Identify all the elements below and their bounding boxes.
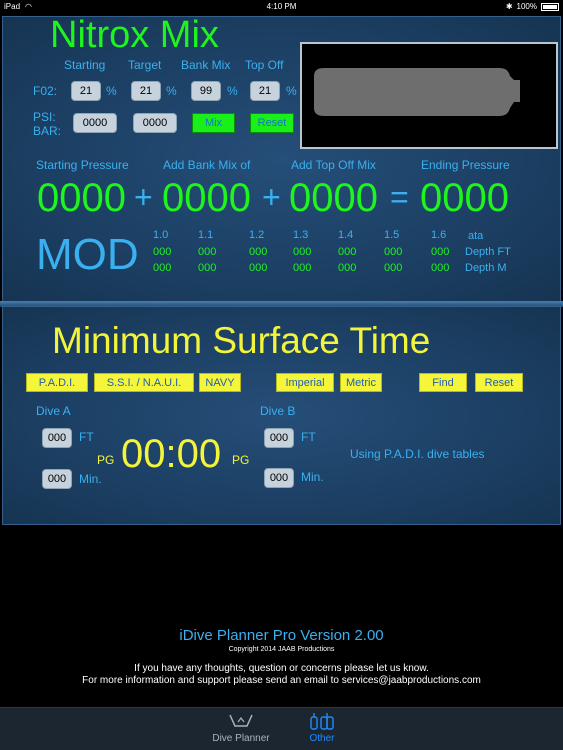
navy-button[interactable]: NAVY (199, 373, 241, 392)
mod-depth-ft-value: 000 (293, 246, 312, 258)
surface-reset-button[interactable]: Reset (475, 373, 523, 392)
mod-ata-value: 1.6 (431, 229, 447, 241)
dive-planner-icon (229, 714, 253, 727)
mod-ata-value: 1.1 (198, 229, 214, 241)
mod-ata-value: 1.0 (153, 229, 169, 241)
tables-note: Using P.A.D.I. dive tables (350, 447, 485, 461)
mod-depth-ft-value: 000 (338, 246, 357, 258)
min-label: Min. (301, 470, 324, 484)
pg-label-a: PG (97, 453, 115, 467)
mod-depth-ft-value: 000 (431, 246, 450, 258)
nitrox-reset-button[interactable]: Reset (250, 113, 294, 133)
add-bank-mix-label: Add Bank Mix of (163, 158, 251, 172)
tank-icon (314, 68, 520, 116)
dive-a-label: Dive A (36, 404, 71, 418)
min-label: Min. (79, 472, 102, 486)
psi-target-input[interactable]: 0000 (133, 113, 177, 133)
mod-ata-value: 1.5 (384, 229, 400, 241)
pct-label: % (106, 84, 117, 98)
mod-depth-ft-value: 000 (249, 246, 268, 258)
tab-label: Dive Planner (212, 733, 270, 744)
dive-b-time-input[interactable]: 000 (264, 468, 294, 488)
col-header-target: Target (128, 58, 162, 72)
padi-button[interactable]: P.A.D.I. (26, 373, 88, 392)
battery-icon (541, 2, 559, 11)
mod-depth-m-value: 000 (384, 262, 403, 274)
mod-depth-ft-value: 000 (384, 246, 403, 258)
ending-pressure-value: 0000 (420, 176, 509, 220)
dive-a-depth-input[interactable]: 000 (42, 428, 72, 448)
fo2-target-input[interactable]: 21 (131, 81, 161, 101)
ata-label: ata (468, 230, 484, 242)
find-button[interactable]: Find (419, 373, 467, 392)
ft-label: FT (301, 430, 316, 444)
feedback-text: If you have any thoughts, question or co… (134, 663, 429, 674)
psi-label: PSI: (33, 110, 56, 124)
col-header-bank-mix: Bank Mix (181, 58, 231, 72)
mod-depth-ft-value: 000 (153, 246, 172, 258)
clock: 4:10 PM (266, 2, 297, 11)
ending-pressure-label: Ending Pressure (421, 158, 510, 172)
equals-sign: = (390, 179, 409, 215)
tab-label: Other (309, 733, 335, 744)
psi-starting-input[interactable]: 0000 (73, 113, 117, 133)
starting-pressure-value: 0000 (37, 176, 126, 220)
starting-pressure-label: Starting Pressure (36, 158, 129, 172)
mod-depth-ft-value: 000 (198, 246, 217, 258)
bank-mix-pressure-value: 0000 (162, 176, 251, 220)
nitrox-title: Nitrox Mix (50, 14, 219, 56)
dive-b-depth-input[interactable]: 000 (264, 428, 294, 448)
pct-label: % (286, 84, 297, 98)
support-text: For more information and support please … (82, 675, 481, 686)
mod-ata-value: 1.4 (338, 229, 354, 241)
tab-dive-planner[interactable]: Dive Planner (201, 712, 281, 744)
tanks-icon (310, 713, 334, 730)
fo2-top-off-input[interactable]: 21 (250, 81, 280, 101)
pct-label: % (166, 84, 177, 98)
surface-time-value: 00:00 (121, 432, 222, 476)
tab-other[interactable]: Other (282, 712, 362, 744)
pg-label-b: PG (232, 453, 250, 467)
ssi-naui-button[interactable]: S.S.I. / N.A.U.I. (94, 373, 194, 392)
mod-depth-m-value: 000 (249, 262, 268, 274)
mod-depth-m-value: 000 (198, 262, 217, 274)
surface-time-title: Minimum Surface Time (52, 320, 431, 361)
ft-label: FT (79, 430, 94, 444)
metric-button[interactable]: Metric (340, 373, 382, 392)
plus-sign: + (134, 179, 153, 215)
mod-label: MOD (36, 230, 139, 279)
bar-label: BAR: (33, 124, 62, 138)
mix-button[interactable]: Mix (192, 113, 235, 133)
depth-m-label: Depth M (465, 262, 507, 274)
mod-depth-m-value: 000 (293, 262, 312, 274)
mod-depth-m-value: 000 (153, 262, 172, 274)
battery-percent: 100% (516, 2, 537, 11)
col-header-starting: Starting (64, 58, 106, 72)
tab-bar: Dive Planner Other (0, 707, 563, 750)
bluetooth-icon: ✱ (505, 2, 513, 11)
copyright-text: Copyright 2014 JAAB Productions (228, 646, 335, 653)
fo2-label: F02: (33, 84, 58, 98)
dive-b-label: Dive B (260, 404, 296, 418)
mod-depth-m-value: 000 (338, 262, 357, 274)
top-off-pressure-value: 0000 (289, 176, 378, 220)
status-bar: iPad ◠ 4:10 PM ✱ 100% (0, 0, 563, 14)
version-text: iDive Planner Pro Version 2.00 (179, 627, 384, 644)
mod-ata-value: 1.2 (249, 229, 265, 241)
tank-display (300, 42, 558, 149)
add-top-off-label: Add Top Off Mix (291, 158, 376, 172)
depth-ft-label: Depth FT (465, 246, 511, 258)
mod-ata-value: 1.3 (293, 229, 309, 241)
dive-a-time-input[interactable]: 000 (42, 469, 72, 489)
mod-depth-m-value: 000 (431, 262, 450, 274)
fo2-starting-input[interactable]: 21 (71, 81, 101, 101)
col-header-top-off: Top Off (245, 58, 284, 72)
plus-sign: + (262, 179, 281, 215)
fo2-bank-mix-input[interactable]: 99 (191, 81, 221, 101)
imperial-button[interactable]: Imperial (276, 373, 334, 392)
pct-label: % (227, 84, 238, 98)
